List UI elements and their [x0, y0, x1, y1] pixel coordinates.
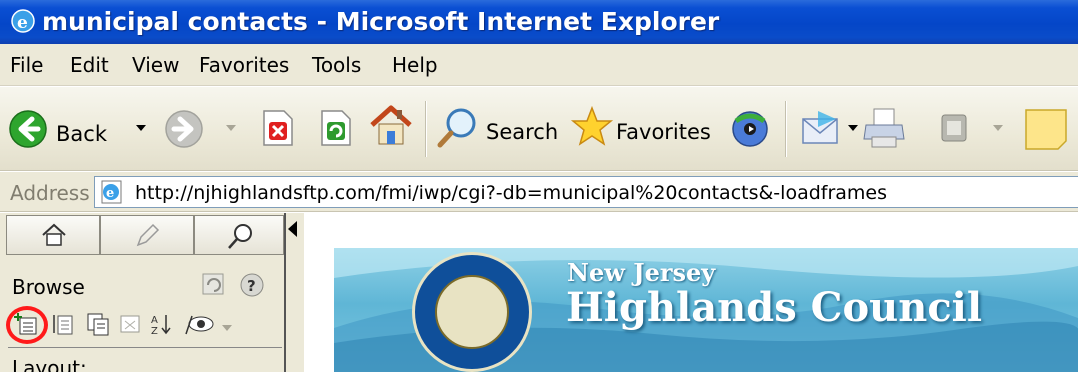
window-title: municipal contacts - Microsoft Internet …	[42, 7, 720, 36]
duplicate-record-icon[interactable]	[86, 312, 110, 336]
page-icon: e	[101, 180, 122, 204]
forward-arrow-icon[interactable]	[164, 109, 204, 149]
toolbar-separator	[425, 101, 427, 157]
pencil-icon	[136, 223, 160, 247]
mail-icon[interactable]	[800, 109, 844, 149]
back-arrow-icon	[9, 110, 47, 148]
forward-dropdown-icon[interactable]	[226, 125, 236, 131]
stop-icon[interactable]	[260, 109, 296, 147]
address-bar: Address e http://njhighlandsftp.com/fmi/…	[0, 172, 1078, 212]
banner-state-name: New Jersey	[567, 258, 716, 287]
home-nav-button[interactable]	[6, 215, 100, 255]
refresh-icon[interactable]	[318, 109, 354, 147]
address-field[interactable]: e http://njhighlandsftp.com/fmi/iwp/cgi?…	[94, 176, 1078, 208]
svg-text:e: e	[17, 13, 28, 33]
layout-label: Layout:	[12, 356, 87, 372]
refresh-records-icon[interactable]	[200, 271, 228, 299]
note-icon[interactable]	[1022, 107, 1072, 151]
highlands-council-banner: New Jersey Highlands Council	[334, 248, 1078, 372]
highlight-annotation-circle	[6, 306, 48, 344]
menu-bar: File Edit View Favorites Tools Help	[0, 44, 1078, 86]
delete-record-icon[interactable]	[118, 312, 142, 336]
search-label: Search	[486, 120, 559, 144]
menu-view[interactable]: View	[132, 53, 179, 77]
home-icon	[42, 223, 66, 246]
state-seal-logo	[412, 252, 532, 372]
find-nav-button[interactable]	[194, 215, 284, 255]
status-area-frame: Browse ? A Z Layout:	[0, 213, 286, 372]
back-label: Back	[56, 122, 107, 146]
search-button[interactable]: Search	[436, 105, 559, 153]
edit-dropdown-icon[interactable]	[993, 125, 1003, 131]
favorites-label: Favorites	[616, 120, 711, 144]
records-menu-dropdown-icon[interactable]	[222, 325, 232, 331]
svg-text:?: ?	[247, 277, 256, 295]
media-icon[interactable]	[728, 107, 772, 151]
home-icon[interactable]	[368, 103, 414, 149]
favorites-star-icon	[570, 105, 614, 146]
search-icon	[437, 108, 476, 148]
show-all-records-icon[interactable]	[184, 312, 214, 336]
banner-council-name: Highlands Council	[566, 284, 983, 331]
collapse-arrow-icon[interactable]	[288, 221, 297, 237]
toolbar-separator	[785, 101, 787, 157]
content-frame: New Jersey Highlands Council	[304, 213, 1078, 372]
menu-favorites[interactable]: Favorites	[199, 53, 289, 77]
back-button[interactable]: Back	[8, 105, 107, 153]
print-icon[interactable]	[862, 107, 908, 151]
menu-edit[interactable]: Edit	[70, 53, 109, 77]
back-dropdown-icon[interactable]	[136, 125, 146, 131]
magnifier-icon	[228, 224, 252, 249]
title-bar: e municipal contacts - Microsoft Interne…	[0, 0, 1078, 44]
svg-text:e: e	[106, 186, 114, 201]
menu-file[interactable]: File	[10, 53, 43, 77]
ie-logo-icon: e	[11, 9, 35, 33]
address-url: http://njhighlandsftp.com/fmi/iwp/cgi?-d…	[135, 182, 888, 204]
address-label: Address	[10, 181, 90, 205]
status-divider	[8, 347, 282, 348]
svg-text:Z: Z	[151, 326, 158, 336]
svg-text:A: A	[151, 315, 158, 326]
favorites-button[interactable]: Favorites	[570, 105, 711, 153]
mode-label: Browse	[12, 275, 85, 299]
sort-icon[interactable]: A Z	[150, 312, 174, 336]
help-icon[interactable]: ?	[238, 271, 266, 299]
mail-dropdown-icon[interactable]	[848, 125, 858, 131]
frame-splitter[interactable]	[286, 213, 304, 372]
standard-toolbar: Back Search Favorites	[0, 87, 1078, 171]
menu-tools[interactable]: Tools	[312, 53, 361, 77]
seal-emblem	[435, 275, 509, 349]
edit-record-icon[interactable]	[52, 312, 76, 336]
menu-help[interactable]: Help	[392, 53, 438, 77]
edit-icon[interactable]	[938, 111, 972, 147]
edit-nav-button[interactable]	[100, 215, 194, 255]
